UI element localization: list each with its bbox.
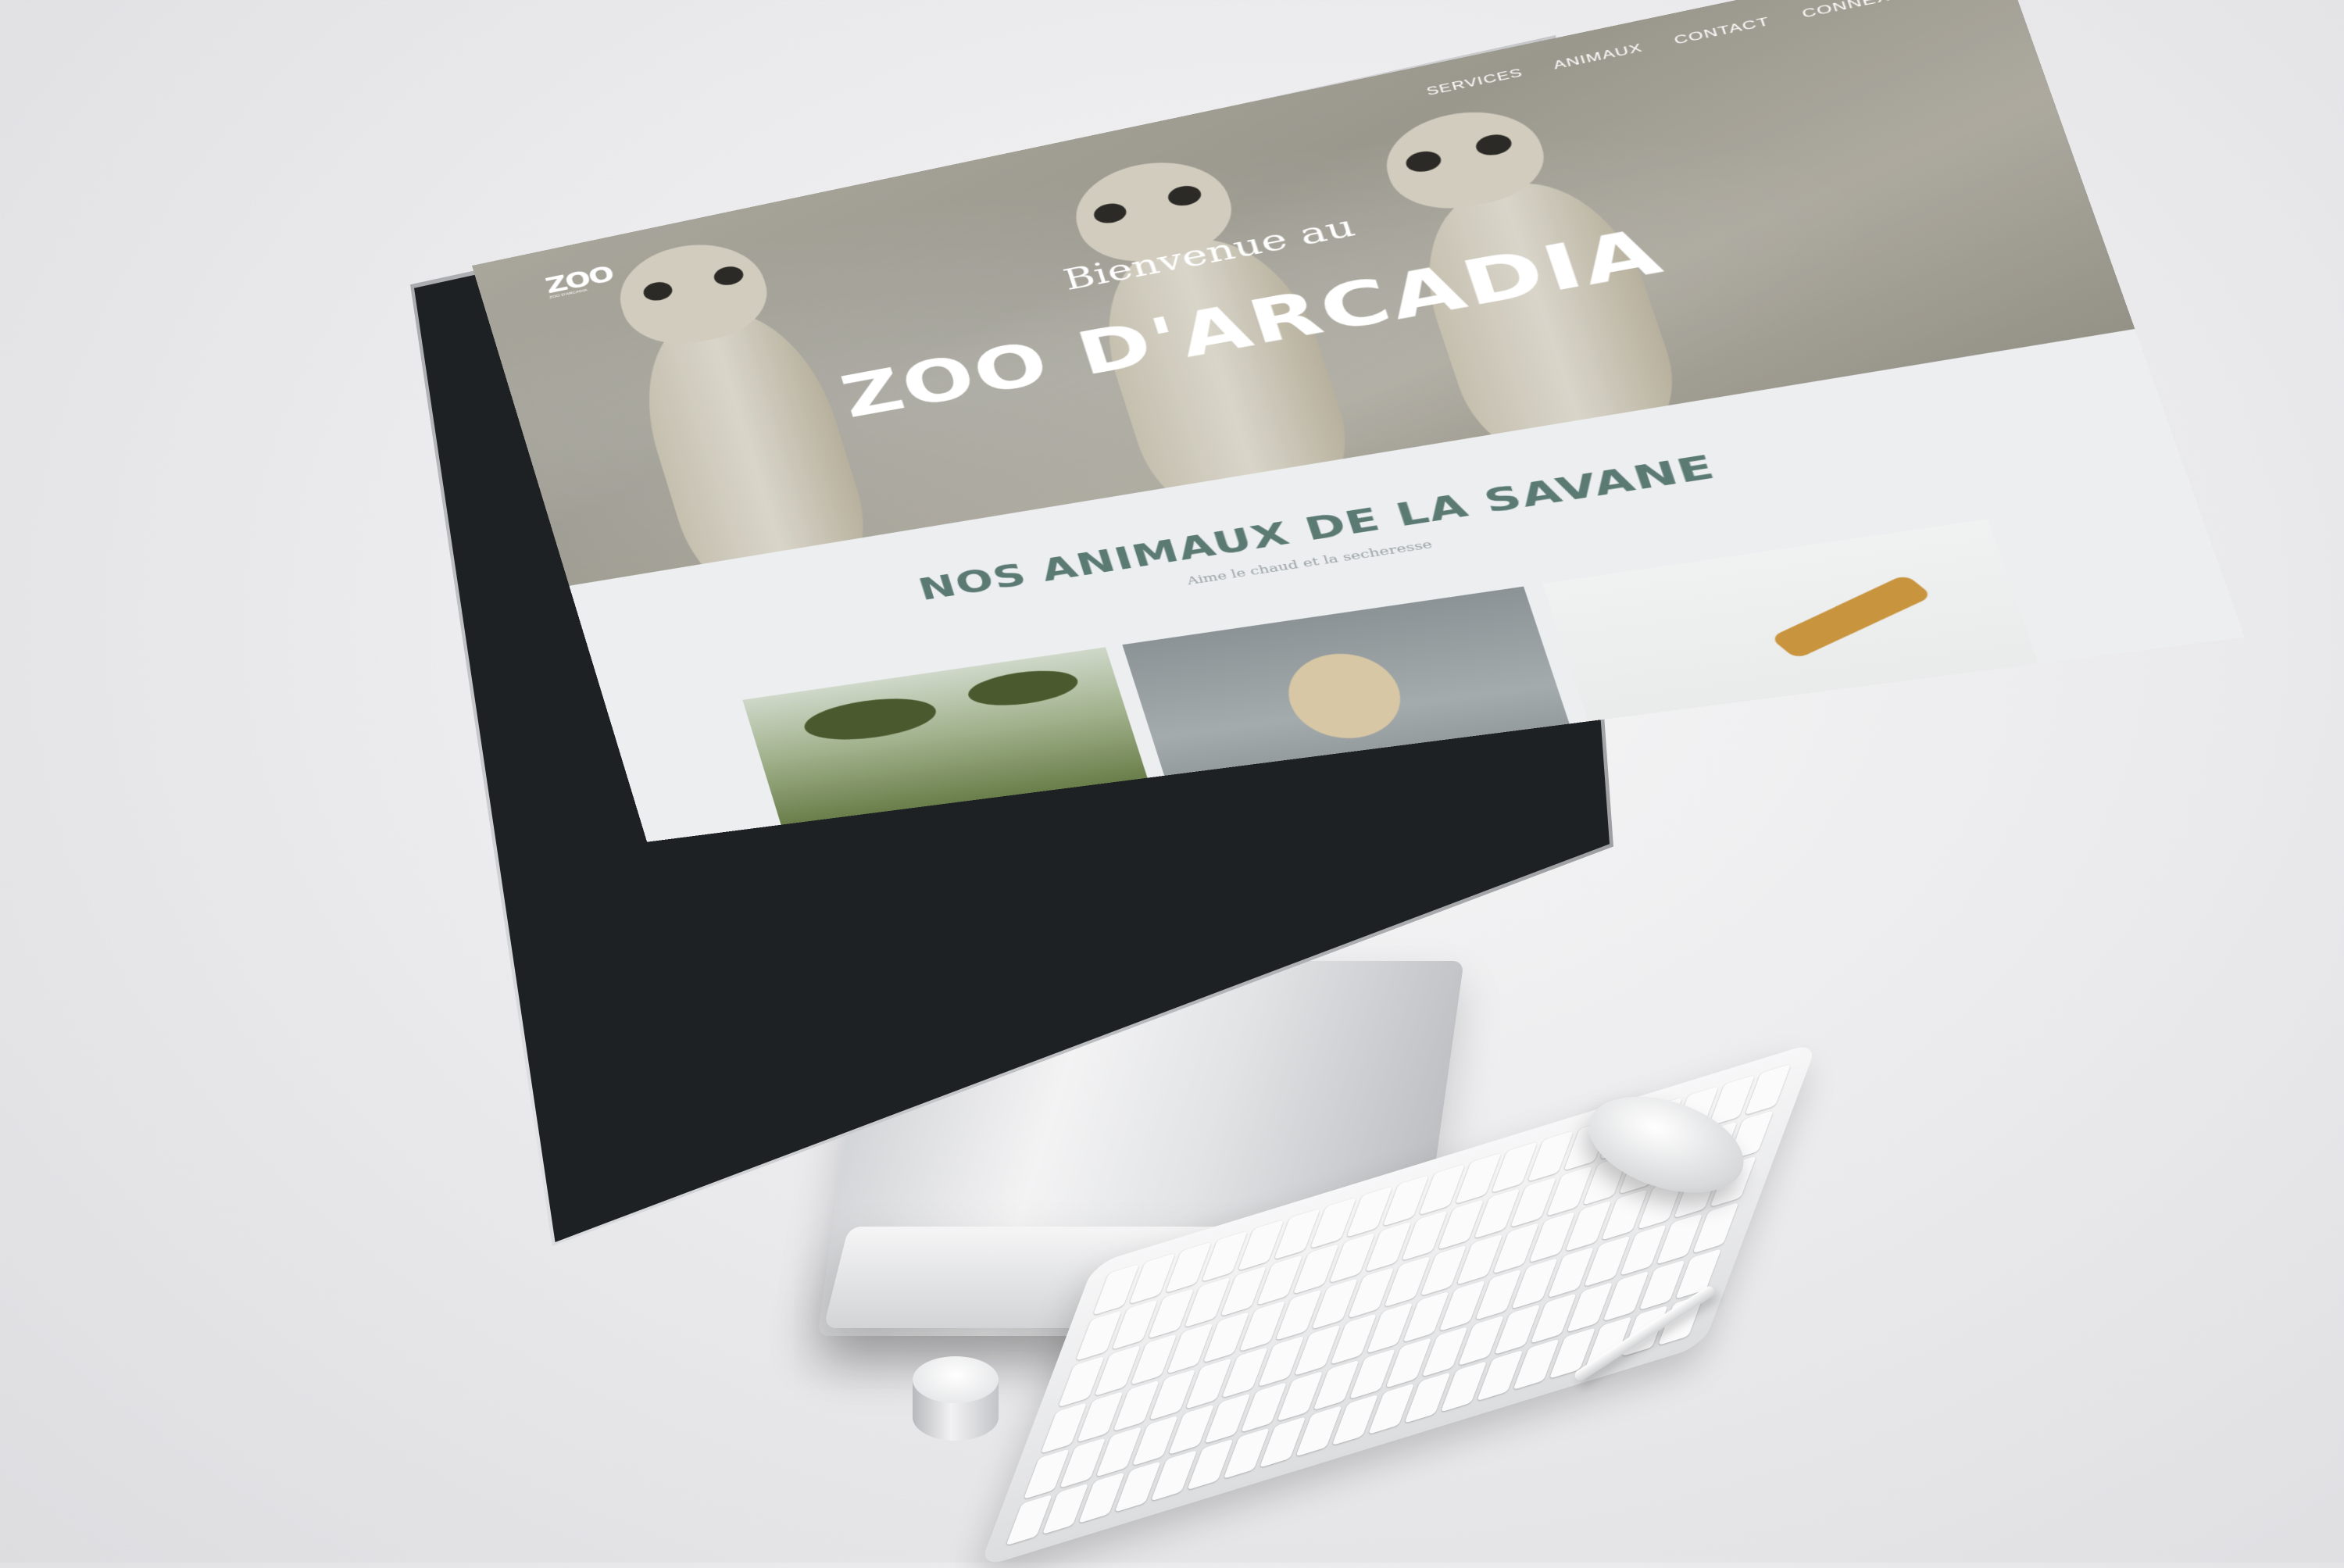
- lion-image: [1277, 646, 1413, 745]
- screen: ZOO ZOO D'ARCADIA SERVICES ANIMAUX CONTA…: [472, 0, 2245, 842]
- keyboard-key: [1745, 1063, 1792, 1116]
- keyboard-key: [1006, 1494, 1052, 1546]
- giraffe-image: [1769, 573, 1933, 660]
- animal-card-giraffe[interactable]: [1542, 519, 2061, 781]
- animal-card-lion[interactable]: [1122, 586, 1589, 833]
- animal-card-antelope[interactable]: [742, 647, 1166, 842]
- surface-dial[interactable]: [913, 1356, 999, 1450]
- animal-cards: [742, 519, 2061, 842]
